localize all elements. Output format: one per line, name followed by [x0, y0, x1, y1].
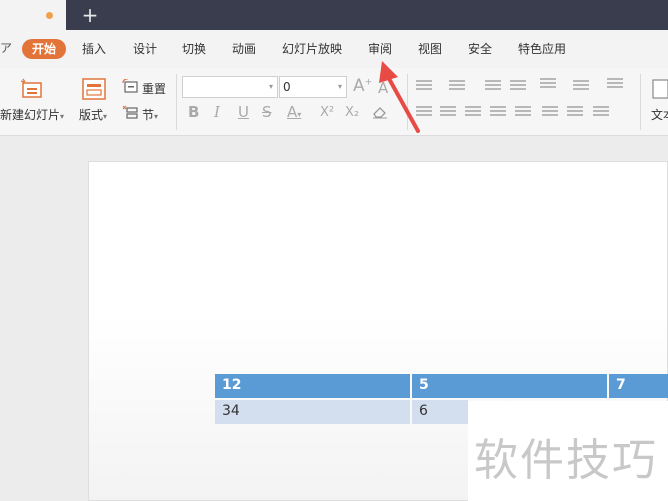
document-tab[interactable] [0, 0, 66, 30]
title-bar: + [0, 0, 668, 30]
reset-button[interactable]: 重置 [142, 80, 166, 97]
font-family-select[interactable]: ▾ [182, 76, 278, 98]
increase-indent-icon[interactable] [510, 80, 526, 94]
font-color-button[interactable]: A▾ [287, 103, 301, 121]
italic-button[interactable]: I [214, 103, 220, 121]
new-slide-button[interactable]: 新建幻灯片▾ [0, 106, 64, 123]
menu-tab-transition[interactable]: 切换 [182, 39, 206, 59]
text-direction-icon[interactable] [540, 78, 556, 92]
superscript-button[interactable]: X² [320, 105, 334, 120]
ribbon-separator [640, 74, 641, 130]
bold-button[interactable]: B [188, 103, 199, 121]
menu-tab-features[interactable]: 特色应用 [518, 39, 566, 59]
menu-tab-design[interactable]: 设计 [133, 39, 157, 59]
table-cell[interactable]: 6 [412, 400, 468, 424]
text-box-icon[interactable] [652, 78, 668, 100]
layout-dropdown-icon: ▾ [103, 112, 108, 121]
font-color-label: A [287, 103, 298, 121]
table-cell[interactable]: 34 [215, 400, 410, 424]
font-size-value: 0 [283, 80, 291, 94]
new-slide-label: 新建幻灯片 [0, 108, 61, 122]
font-size-dropdown-icon: ▾ [337, 82, 342, 91]
align-right-icon[interactable] [465, 106, 481, 120]
paragraph-spacing-icon[interactable] [567, 106, 583, 120]
subscript-button[interactable]: X₂ [345, 105, 359, 120]
new-tab-button[interactable]: + [80, 2, 100, 28]
line-spacing-icon[interactable] [542, 106, 558, 120]
layout-label: 版式 [79, 108, 104, 122]
font-color-dropdown-icon: ▾ [297, 110, 302, 119]
strikethrough-button[interactable]: S [262, 103, 272, 121]
convert-smartart-icon[interactable] [607, 78, 623, 92]
new-slide-icon[interactable] [20, 78, 44, 100]
underline-button[interactable]: U [238, 103, 249, 121]
table-header-cell[interactable]: 7 [609, 374, 668, 398]
font-size-select[interactable]: 0 ▾ [279, 76, 347, 98]
section-icon[interactable] [122, 105, 138, 119]
ribbon-separator [176, 74, 177, 130]
reset-icon[interactable] [122, 79, 138, 93]
table-header-cell[interactable]: 5 [412, 374, 607, 398]
layout-icon[interactable] [82, 78, 106, 100]
section-label: 节 [142, 108, 155, 122]
menu-tab-security[interactable]: 安全 [468, 39, 492, 59]
menu-tab-home[interactable]: 开始 [22, 39, 66, 59]
menu-tab-animation[interactable]: 动画 [232, 39, 256, 59]
annotation-arrow-icon [379, 61, 420, 133]
align-text-icon[interactable] [573, 80, 589, 94]
watermark-text: 软件技巧 [474, 435, 658, 486]
table-header-cell[interactable]: 12 [215, 374, 410, 398]
menu-tab-slideshow[interactable]: 幻灯片放映 [282, 39, 342, 59]
decrease-indent-icon[interactable] [485, 80, 501, 94]
distribute-icon[interactable] [515, 106, 531, 120]
columns-icon[interactable] [593, 106, 609, 120]
section-button[interactable]: 节▾ [142, 106, 158, 123]
justify-icon[interactable] [490, 106, 506, 120]
menu-tab-insert[interactable]: 插入 [82, 39, 106, 59]
align-center-icon[interactable] [440, 106, 456, 120]
layout-button[interactable]: 版式▾ [79, 106, 107, 123]
grow-font-label: A [353, 76, 365, 96]
font-family-dropdown-icon: ▾ [268, 82, 273, 91]
new-slide-dropdown-icon: ▾ [60, 112, 65, 121]
section-dropdown-icon: ▾ [154, 112, 159, 121]
unsaved-dot-icon [46, 12, 53, 19]
numbered-list-icon[interactable] [449, 80, 465, 94]
menu-item-partial[interactable]: ア [0, 39, 12, 56]
text-box-button[interactable]: 文本 [651, 106, 668, 123]
